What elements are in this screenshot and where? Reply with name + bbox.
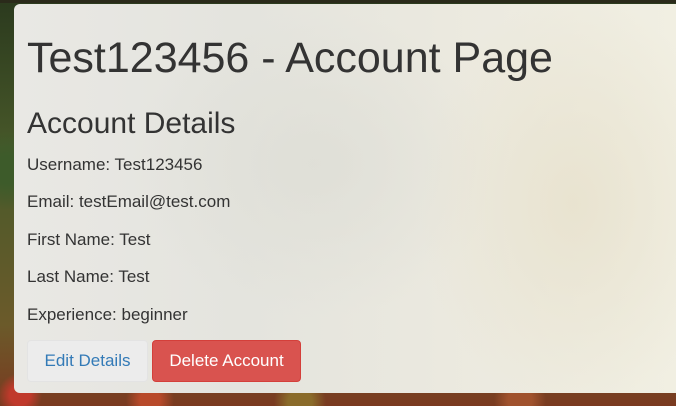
email-line: Email: testEmail@test.com xyxy=(27,192,231,211)
last-name-line: Last Name: Test xyxy=(27,267,150,286)
top-border xyxy=(0,0,676,3)
page-title: Test123456 - Account Page xyxy=(27,34,553,82)
section-title: Account Details xyxy=(27,107,236,140)
experience-line: Experience: beginner xyxy=(27,305,188,324)
edit-details-button[interactable]: Edit Details xyxy=(27,340,148,382)
first-name-line: First Name: Test xyxy=(27,230,151,249)
account-panel: Test123456 - Account Page Account Detail… xyxy=(14,4,676,393)
delete-account-button[interactable]: Delete Account xyxy=(152,340,301,382)
username-line: Username: Test123456 xyxy=(27,155,203,174)
